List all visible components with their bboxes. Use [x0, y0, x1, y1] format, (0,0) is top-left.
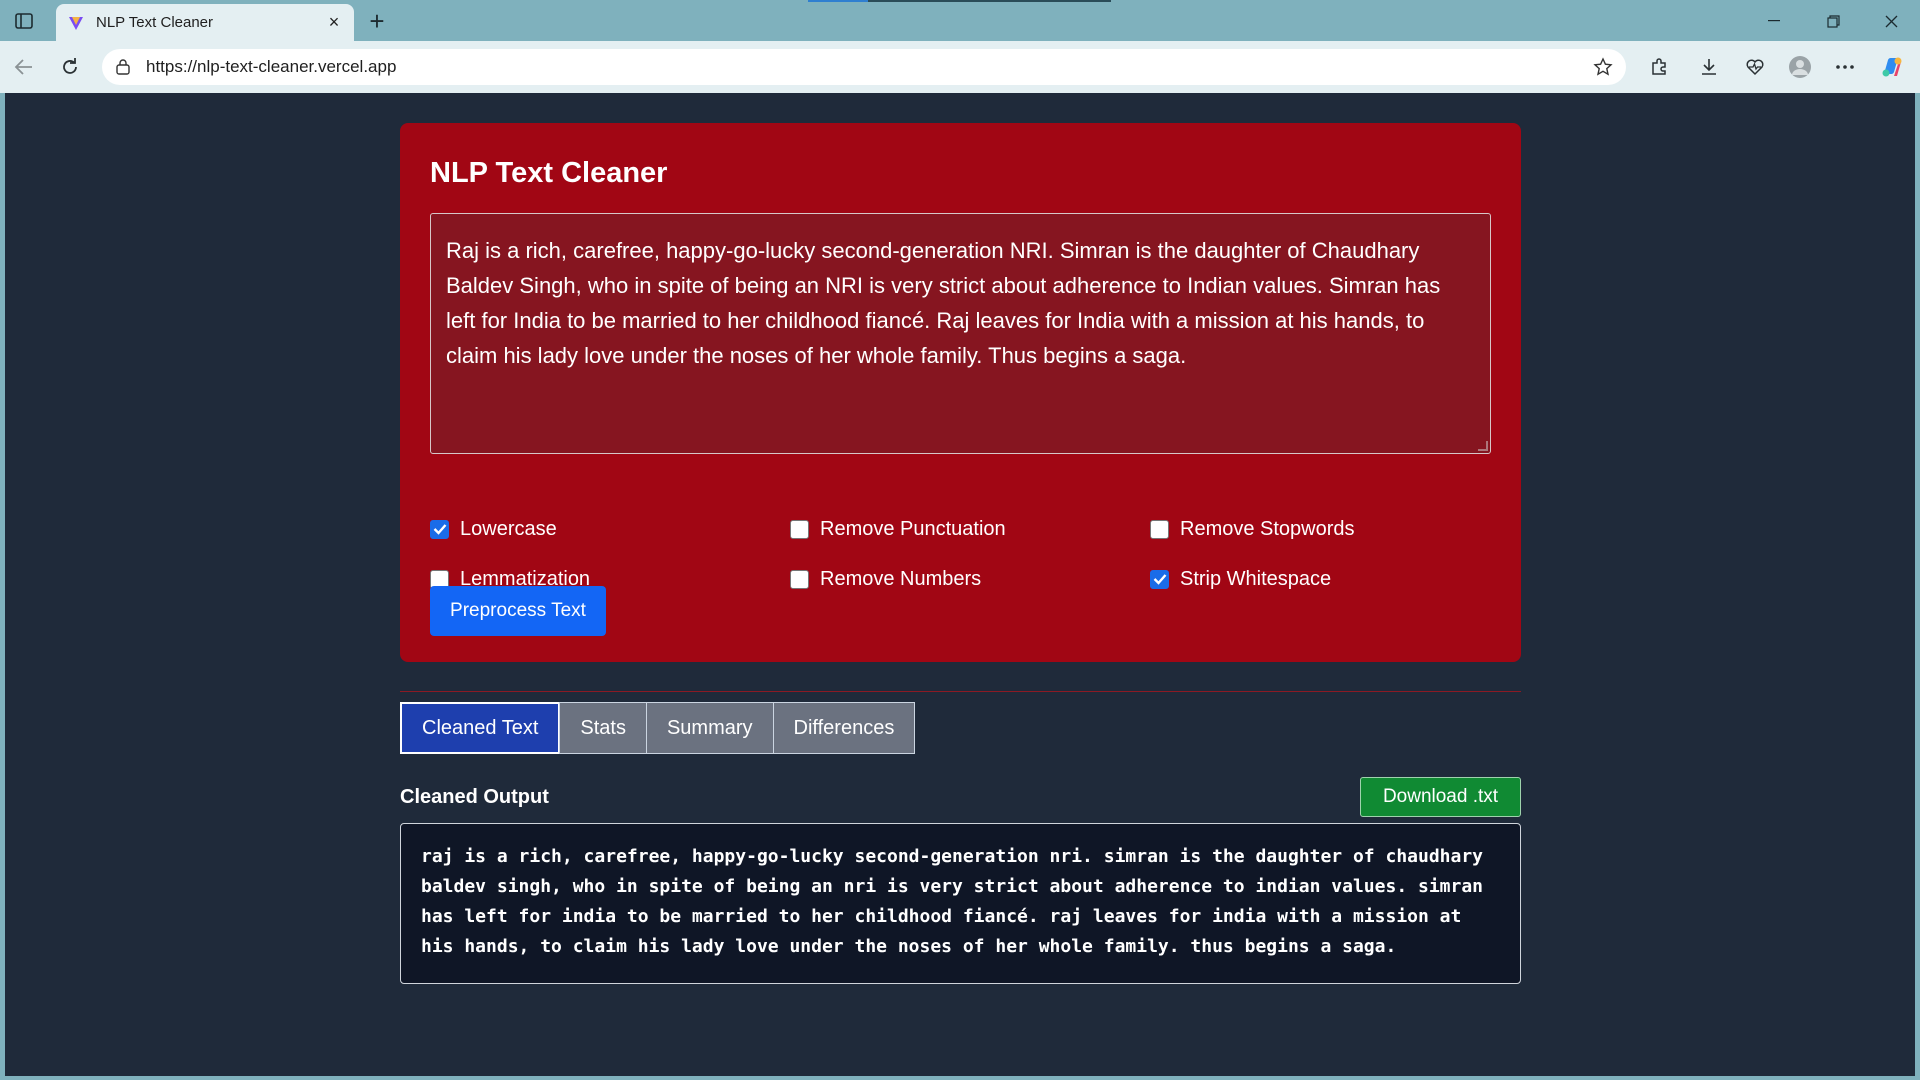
- section-divider: [400, 691, 1521, 692]
- loading-progress: [808, 0, 1111, 2]
- option-label: Remove Numbers: [820, 567, 982, 590]
- site-info-icon[interactable]: [114, 58, 132, 76]
- results-tabs: Cleaned Text Stats Summary Differences: [400, 702, 916, 754]
- option-label: Strip Whitespace: [1180, 567, 1332, 590]
- back-icon[interactable]: [8, 51, 40, 83]
- option-remove-stopwords[interactable]: Remove Stopwords: [1150, 517, 1355, 541]
- address-bar[interactable]: https://nlp-text-cleaner.vercel.app: [102, 49, 1626, 85]
- copilot-icon[interactable]: [1876, 51, 1908, 83]
- close-window-icon[interactable]: [1868, 6, 1914, 36]
- preprocess-button[interactable]: Preprocess Text: [430, 586, 606, 636]
- option-lowercase[interactable]: Lowercase: [430, 517, 557, 541]
- sidebar-toggle-icon[interactable]: [12, 10, 36, 32]
- browser-toolbar: https://nlp-text-cleaner.vercel.app: [0, 41, 1920, 93]
- option-remove-punctuation[interactable]: Remove Punctuation: [790, 517, 1006, 541]
- output-title: Cleaned Output: [400, 786, 549, 808]
- input-text: Raj is a rich, carefree, happy-go-lucky …: [446, 238, 1441, 368]
- checkbox-lowercase[interactable]: [430, 519, 449, 539]
- tab-stats[interactable]: Stats: [559, 702, 647, 754]
- option-label: Remove Punctuation: [820, 517, 1006, 540]
- page-viewport: NLP Text Cleaner Raj is a rich, carefree…: [5, 93, 1915, 1076]
- more-menu-icon[interactable]: [1829, 51, 1861, 83]
- vercel-favicon-icon: [66, 13, 86, 33]
- tab-title: NLP Text Cleaner: [96, 14, 214, 31]
- browser-tab-bar: NLP Text Cleaner × +: [0, 0, 1920, 41]
- profile-avatar-icon[interactable]: [1784, 51, 1816, 83]
- option-label: Lowercase: [460, 517, 557, 540]
- downloads-icon[interactable]: [1693, 51, 1725, 83]
- tab-summary[interactable]: Summary: [645, 702, 774, 754]
- input-card: NLP Text Cleaner Raj is a rich, carefree…: [400, 123, 1521, 662]
- restore-icon[interactable]: [1810, 6, 1856, 36]
- resize-handle[interactable]: [1478, 441, 1488, 451]
- browser-tab[interactable]: NLP Text Cleaner ×: [56, 4, 354, 41]
- input-textarea[interactable]: Raj is a rich, carefree, happy-go-lucky …: [430, 213, 1491, 454]
- favorite-star-icon[interactable]: [1592, 56, 1614, 78]
- window-bottom-edge: [0, 1076, 1920, 1080]
- cleaned-output: raj is a rich, carefree, happy-go-lucky …: [400, 823, 1521, 984]
- checkbox-remove-stopwords[interactable]: [1150, 519, 1169, 539]
- option-strip-whitespace[interactable]: Strip Whitespace: [1150, 567, 1331, 591]
- option-remove-numbers[interactable]: Remove Numbers: [790, 567, 981, 591]
- tab-differences[interactable]: Differences: [772, 702, 916, 754]
- download-button[interactable]: Download .txt: [1360, 777, 1521, 817]
- new-tab-icon[interactable]: +: [364, 6, 390, 36]
- minimize-icon[interactable]: [1751, 6, 1797, 36]
- url-text: https://nlp-text-cleaner.vercel.app: [146, 57, 397, 76]
- tab-close-icon[interactable]: ×: [324, 12, 344, 33]
- browser-essentials-icon[interactable]: [1739, 51, 1771, 83]
- extensions-icon[interactable]: [1643, 51, 1675, 83]
- output-text: raj is a rich, carefree, happy-go-lucky …: [421, 846, 1484, 957]
- checkbox-remove-punctuation[interactable]: [790, 519, 809, 539]
- checkbox-remove-numbers[interactable]: [790, 569, 809, 589]
- checkbox-strip-whitespace[interactable]: [1150, 569, 1169, 589]
- tab-cleaned-text[interactable]: Cleaned Text: [400, 702, 561, 754]
- page-title: NLP Text Cleaner: [430, 157, 668, 189]
- reload-icon[interactable]: [54, 51, 86, 83]
- option-label: Remove Stopwords: [1180, 517, 1355, 540]
